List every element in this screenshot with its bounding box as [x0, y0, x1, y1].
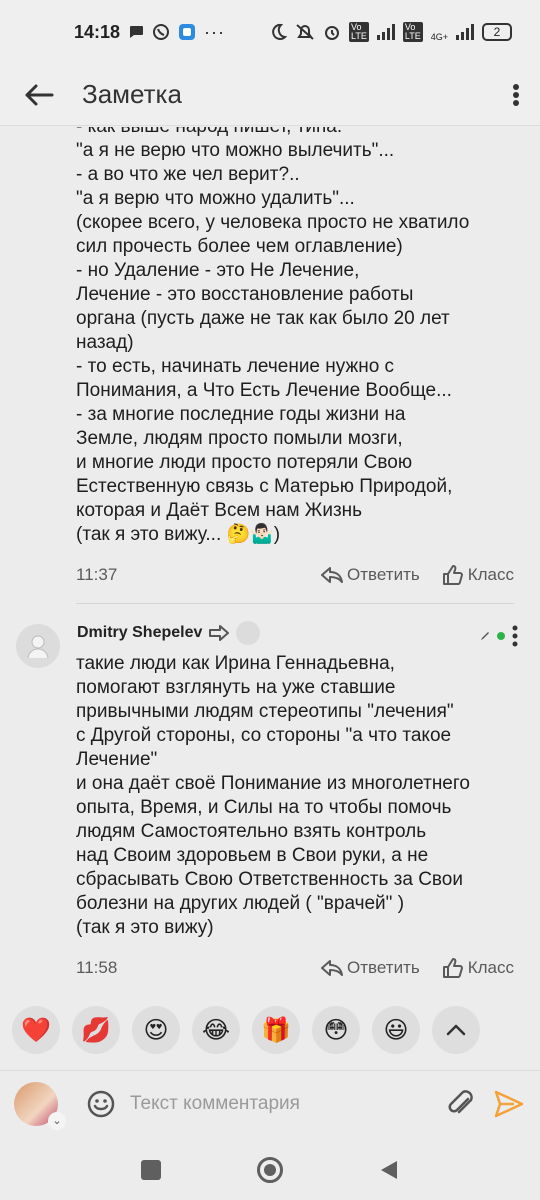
home-button[interactable]	[257, 1157, 283, 1183]
like-label: Класс	[467, 958, 514, 977]
volte-icon-2: Vo LTE	[402, 22, 423, 42]
reply-icon	[321, 960, 344, 976]
edit-icon[interactable]	[480, 631, 490, 641]
emoji-icon[interactable]	[86, 1089, 116, 1119]
like-button[interactable]: Класс	[442, 564, 514, 586]
like-button[interactable]: Класс	[442, 957, 514, 979]
comment-tools	[480, 625, 518, 647]
reaction-gift[interactable]: 🎁	[252, 1006, 300, 1054]
back-button[interactable]	[0, 64, 78, 126]
overflow-menu-button[interactable]	[492, 64, 540, 126]
chat-bubble-icon	[130, 26, 144, 38]
reaction-laugh[interactable]: 😂	[192, 1006, 240, 1054]
expand-reactions-button[interactable]	[432, 1006, 480, 1054]
viber-icon	[153, 24, 170, 40]
reaction-flushed[interactable]: 😳	[312, 1006, 360, 1054]
reply-label: Ответить	[347, 565, 420, 584]
back-triangle-icon[interactable]	[379, 1159, 399, 1181]
more-vert-icon[interactable]	[512, 625, 518, 647]
reply-button[interactable]: Ответить	[321, 958, 420, 978]
app-bar: Заметка	[0, 64, 540, 126]
comment-meta: 11:58 Ответить Класс	[76, 957, 514, 979]
status-right-icons: Vo LTE Vo LTE 4G+ 2	[269, 22, 512, 42]
avatar[interactable]: ⌄	[14, 1081, 66, 1130]
chevron-up-icon	[446, 1024, 466, 1036]
comment-text: такие люди как Ирина Геннадьевна, помога…	[76, 653, 470, 938]
comment-text: - как выше народ пишет, типа: "а я не ве…	[76, 127, 470, 545]
reaction-smile[interactable]: 😃	[372, 1006, 420, 1054]
reaction-heart-eyes[interactable]: 😍	[132, 1006, 180, 1054]
page-title: Заметка	[82, 79, 182, 109]
more-notifications-icon: ···	[204, 21, 226, 42]
reaction-heart[interactable]: ❤️	[12, 1006, 60, 1054]
system-nav-bar	[0, 1140, 540, 1200]
comment-actions: Ответить Класс	[321, 564, 514, 586]
signal-icon	[376, 24, 395, 40]
network-type: 4G+	[430, 32, 448, 42]
arrow-back-icon	[25, 84, 54, 105]
battery-icon: 2	[482, 23, 512, 41]
reply-icon	[321, 567, 344, 583]
comment-header: Dmitry Shepelev	[77, 621, 261, 645]
thumbs-up-icon	[442, 565, 463, 585]
comment-time: 11:58	[76, 958, 118, 977]
signal-icon-2	[456, 24, 474, 40]
status-bar: 14:18 ··· Vo LTE Vo LTE 4G+ 2	[0, 0, 540, 64]
status-time: 14:18	[74, 21, 121, 42]
comment-meta: 11:37 Ответить Класс	[76, 564, 514, 586]
chevron-down-icon[interactable]: ⌄	[48, 1111, 66, 1130]
reply-to-arrow-icon	[209, 625, 230, 641]
comment-input[interactable]	[130, 1092, 444, 1115]
reaction-kiss[interactable]: 💋	[72, 1006, 120, 1054]
paperclip-icon[interactable]	[444, 1087, 478, 1121]
reply-label: Ответить	[347, 958, 420, 977]
comment-actions: Ответить Класс	[321, 957, 514, 979]
app-notification-icon	[179, 24, 196, 40]
comment-time: 11:37	[76, 565, 118, 584]
moon-icon	[272, 23, 288, 40]
status-left-icons: ···	[128, 22, 225, 43]
user-avatar-icon	[27, 635, 49, 659]
avatar[interactable]	[16, 624, 60, 668]
alarm-icon	[325, 26, 340, 40]
reply-target-avatar[interactable]	[236, 621, 261, 645]
like-label: Класс	[467, 565, 514, 584]
reply-button[interactable]: Ответить	[321, 565, 420, 585]
comment-divider	[76, 603, 514, 604]
send-icon[interactable]	[492, 1087, 526, 1121]
recents-button[interactable]	[141, 1160, 161, 1180]
comment-composer: ⌄	[0, 1070, 540, 1136]
online-status-icon	[497, 632, 505, 640]
volte-icon: Vo LTE	[349, 22, 369, 42]
reaction-bar: ❤️ 💋 😍 😂 🎁 😳 😃	[0, 1006, 540, 1064]
mute-icon	[296, 24, 314, 40]
author-name[interactable]: Dmitry Shepelev	[77, 624, 202, 642]
more-vert-icon	[513, 83, 519, 106]
thumbs-up-icon	[442, 958, 463, 978]
comments-list[interactable]: - как выше народ пишет, типа: "а я не ве…	[0, 127, 540, 995]
